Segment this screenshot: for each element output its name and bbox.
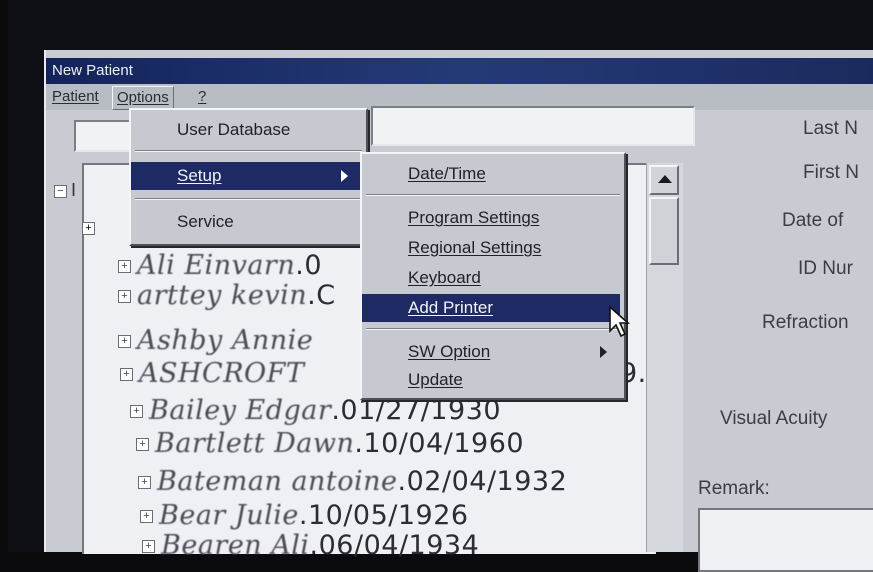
menu-separator <box>135 150 362 152</box>
expand-icon[interactable]: + <box>136 438 149 452</box>
menu-item-label: User Database <box>177 120 291 139</box>
patient-name: arttey kevin <box>137 280 308 311</box>
menu-item-keyboard[interactable]: Keyboard <box>362 264 620 292</box>
menu-item-add-printer[interactable]: Add Printer <box>362 294 620 322</box>
expand-icon[interactable]: + <box>118 260 131 274</box>
list-item[interactable]: + Bear Julie.10/05/1926 <box>140 500 469 531</box>
menu-item-regional-settings[interactable]: Regional Settings <box>362 234 620 262</box>
list-item[interactable]: + Bartlett Dawn.10/04/1960 <box>136 428 525 459</box>
collapse-icon[interactable]: − <box>54 184 67 198</box>
patient-dob: .06/04/1934 <box>309 530 480 561</box>
list-item[interactable]: + Bearen Ali.06/04/1934 <box>142 530 480 561</box>
menu-item-label: Date/Time <box>408 164 486 183</box>
tree-root[interactable]: − I <box>54 180 76 201</box>
expand-icon[interactable]: + <box>130 405 143 419</box>
patient-dob: .02/04/1932 <box>397 466 568 497</box>
patient-dob: .10/05/1926 <box>298 500 469 531</box>
menu-item-update[interactable]: Update <box>362 366 620 394</box>
menu-patient[interactable]: Patient <box>52 84 99 110</box>
menu-item-label: Add Printer <box>408 298 494 317</box>
menu-item-label: Keyboard <box>408 268 481 287</box>
list-item[interactable]: + ASHCROFT <box>120 358 305 389</box>
patient-name: Bear Julie <box>159 500 299 531</box>
patient-name: Ali Einvarn <box>137 250 296 281</box>
first-name-label: First N <box>803 162 859 183</box>
patient-name: Bailey Edgar <box>149 395 332 426</box>
remark-label: Remark: <box>698 478 770 499</box>
refraction-label: Refraction <box>762 312 849 333</box>
tree-root-label: I <box>71 180 77 200</box>
patient-dob: .10/04/1960 <box>354 428 525 459</box>
expand-icon[interactable]: + <box>82 222 95 235</box>
last-name-label: Last N <box>803 118 858 139</box>
patient-dob: .C <box>307 280 336 311</box>
patient-name: ASHCROFT <box>139 358 305 389</box>
expand-icon[interactable]: + <box>142 540 155 554</box>
setup-submenu: Date/Time Program Settings Regional Sett… <box>360 152 626 400</box>
tree-child-node[interactable]: + <box>82 218 95 236</box>
menu-item-label: Update <box>408 370 463 389</box>
list-item[interactable]: + arttey kevin.C <box>118 280 336 311</box>
menu-options[interactable]: Options <box>112 86 174 110</box>
options-menu: User Database Setup Service <box>129 108 368 246</box>
menu-item-program-settings[interactable]: Program Settings <box>362 204 620 232</box>
scroll-up-arrow-icon[interactable] <box>649 165 679 195</box>
patient-name: Bartlett Dawn <box>155 428 355 459</box>
menu-item-sw-option[interactable]: SW Option <box>362 338 620 366</box>
menu-item-date-time[interactable]: Date/Time <box>362 160 620 188</box>
expand-icon[interactable]: + <box>118 290 131 304</box>
menu-item-user-database[interactable]: User Database <box>131 116 362 144</box>
visual-acuity-label: Visual Acuity <box>720 408 828 429</box>
scroll-thumb[interactable] <box>649 197 679 265</box>
patient-name: Ashby Annie <box>137 325 314 356</box>
menu-separator <box>366 194 620 196</box>
menu-item-service[interactable]: Service <box>131 208 362 236</box>
menu-item-label: Service <box>177 212 234 231</box>
patient-name: Bearen Ali <box>161 530 310 561</box>
patient-name: Bateman antoine <box>157 466 398 497</box>
window-title: New Patient <box>46 58 873 84</box>
menu-help[interactable]: ? <box>198 84 206 110</box>
expand-icon[interactable]: + <box>120 368 133 382</box>
submenu-arrow-icon <box>600 346 607 358</box>
menu-item-label: Regional Settings <box>408 238 542 257</box>
menu-separator <box>366 328 620 330</box>
list-item[interactable]: + Bateman antoine.02/04/1932 <box>138 466 568 497</box>
monitor-screen: New Patient Patient Options ? − I + + Ali … <box>8 0 873 572</box>
tree-scrollbar[interactable] <box>646 163 683 552</box>
list-item[interactable]: + Ashby Annie <box>118 325 314 356</box>
remark-field[interactable] <box>698 508 873 572</box>
menu-item-setup[interactable]: Setup <box>131 162 362 190</box>
date-of-birth-label: Date of <box>782 210 844 231</box>
menu-item-label: Program Settings <box>408 208 540 227</box>
id-number-label: ID Nur <box>798 258 853 279</box>
expand-icon[interactable]: + <box>138 476 151 490</box>
name-input[interactable] <box>371 106 695 146</box>
mouse-pointer-icon <box>609 305 631 338</box>
menu-item-label: SW Option <box>408 342 491 361</box>
menu-item-label: Setup <box>177 166 222 185</box>
expand-icon[interactable]: + <box>140 510 153 524</box>
list-item[interactable]: + Ali Einvarn.0 <box>118 250 322 281</box>
expand-icon[interactable]: + <box>118 335 131 349</box>
menu-separator <box>135 198 362 200</box>
submenu-arrow-icon <box>341 170 348 182</box>
patient-dob: .0 <box>295 250 322 281</box>
